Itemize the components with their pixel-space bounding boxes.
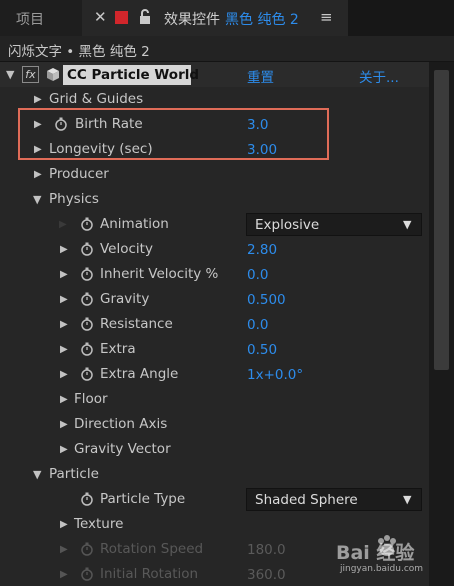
stopwatch-icon[interactable] — [80, 367, 94, 381]
property-value[interactable]: 2.80 — [247, 242, 277, 258]
watermark-url: jingyan.baidu.com — [340, 564, 424, 574]
fx-toggle-icon[interactable]: fx — [22, 66, 39, 83]
property-label: Texture — [74, 516, 124, 532]
property-resistance[interactable]: ▶ Resistance 0.0 — [0, 312, 429, 337]
property-extra[interactable]: ▶ Extra 0.50 — [0, 337, 429, 362]
expand-icon: ▶ — [60, 544, 68, 555]
tab-layer-name: 黑色 纯色 2 — [225, 12, 299, 28]
property-particle-type[interactable]: Particle Type Shaded Sphere ▼ — [0, 487, 429, 512]
tab-project-label: 项目 — [16, 12, 44, 28]
expand-icon[interactable]: ▶ — [60, 269, 68, 280]
effect-header-row[interactable]: ▼ fx CC Particle World 重置 关于... — [0, 62, 429, 87]
property-value[interactable]: 0.0 — [247, 267, 268, 283]
baidu-watermark: Bai 经验 jingyan.baidu.com — [336, 530, 436, 582]
group-gravity-vector[interactable]: ▶ Gravity Vector — [0, 437, 429, 462]
collapse-icon[interactable]: ▼ — [33, 193, 41, 206]
effect-collapse-icon[interactable]: ▼ — [6, 68, 14, 81]
stopwatch-icon[interactable] — [80, 242, 94, 256]
stopwatch-icon[interactable] — [80, 292, 94, 306]
stopwatch-icon[interactable] — [80, 492, 94, 506]
expand-icon[interactable]: ▶ — [60, 419, 68, 430]
panel-tab-bar: 项目 ✕ 效果控件 黑色 纯色 2 ≡ — [0, 0, 454, 36]
composition-layer-label: 闪烁文字 • 黑色 纯色 2 — [8, 44, 150, 60]
expand-icon[interactable]: ▶ — [60, 519, 68, 530]
property-gravity[interactable]: ▶ Gravity 0.500 — [0, 287, 429, 312]
stopwatch-icon — [81, 542, 93, 556]
chevron-down-icon: ▼ — [403, 218, 412, 231]
dropdown-value: Shaded Sphere — [255, 492, 358, 508]
property-value[interactable]: 1x+0.0° — [247, 367, 303, 383]
property-value[interactable]: 0.0 — [247, 317, 268, 333]
scrollbar-thumb[interactable] — [434, 70, 449, 370]
property-label: Extra — [100, 341, 136, 357]
tab-effect-controls-title: 效果控件 黑色 纯色 2 — [164, 12, 299, 28]
tab-project[interactable]: 项目 — [0, 0, 82, 36]
reset-link[interactable]: 重置 — [247, 66, 274, 86]
paw-icon — [378, 535, 396, 556]
expand-icon[interactable]: ▶ — [34, 169, 42, 180]
group-floor[interactable]: ▶ Floor — [0, 387, 429, 412]
expand-icon[interactable]: ▶ — [34, 94, 42, 105]
property-label: Rotation Speed — [100, 541, 204, 557]
expand-icon: ▶ — [60, 569, 68, 580]
composition-layer-header: 闪烁文字 • 黑色 纯色 2 — [0, 36, 454, 62]
particle-type-dropdown[interactable]: Shaded Sphere ▼ — [246, 488, 422, 511]
property-label: Extra Angle — [100, 366, 179, 382]
property-label: Resistance — [100, 316, 173, 332]
panel-menu-icon[interactable]: ≡ — [320, 8, 333, 26]
property-label: Velocity — [100, 241, 153, 257]
property-label: Producer — [49, 166, 109, 182]
about-link[interactable]: 关于... — [359, 66, 399, 86]
annotation-highlight-box — [18, 108, 329, 160]
stopwatch-icon[interactable] — [80, 317, 94, 331]
close-icon[interactable]: ✕ — [94, 8, 107, 26]
chevron-down-icon: ▼ — [403, 493, 412, 506]
property-value[interactable]: 0.50 — [247, 342, 277, 358]
effect-name[interactable]: CC Particle World — [63, 65, 199, 85]
property-value: 360.0 — [247, 567, 286, 583]
property-label: Particle — [49, 466, 99, 482]
property-label: Direction Axis — [74, 416, 168, 432]
property-label: Floor — [74, 391, 108, 407]
tab-effect-controls[interactable]: ✕ 效果控件 黑色 纯色 2 ≡ — [82, 0, 348, 36]
expand-icon[interactable]: ▶ — [60, 244, 68, 255]
property-inherit-velocity[interactable]: ▶ Inherit Velocity % 0.0 — [0, 262, 429, 287]
collapse-icon[interactable]: ▼ — [33, 468, 41, 481]
expand-icon[interactable]: ▶ — [60, 394, 68, 405]
layer-color-swatch — [115, 11, 128, 24]
stopwatch-icon[interactable] — [80, 267, 94, 281]
property-label: Particle Type — [100, 491, 186, 507]
group-physics[interactable]: ▼ Physics — [0, 187, 429, 212]
expand-icon[interactable]: ▶ — [60, 319, 68, 330]
property-animation[interactable]: ▶ Animation Explosive ▼ — [0, 212, 429, 237]
stopwatch-icon — [81, 567, 93, 581]
property-label: Grid & Guides — [49, 91, 144, 107]
property-velocity[interactable]: ▶ Velocity 2.80 — [0, 237, 429, 262]
expand-icon[interactable]: ▶ — [60, 344, 68, 355]
property-label: Physics — [49, 191, 99, 207]
dropdown-value: Explosive — [255, 217, 320, 233]
property-label: Animation — [100, 216, 169, 232]
property-value[interactable]: 0.500 — [247, 292, 286, 308]
property-label: Inherit Velocity % — [100, 266, 219, 282]
property-extra-angle[interactable]: ▶ Extra Angle 1x+0.0° — [0, 362, 429, 387]
vertical-scrollbar[interactable] — [429, 62, 454, 586]
lock-icon[interactable] — [138, 9, 152, 25]
animation-dropdown[interactable]: Explosive ▼ — [246, 213, 422, 236]
group-particle[interactable]: ▼ Particle — [0, 462, 429, 487]
property-label: Initial Rotation — [100, 566, 199, 582]
expand-icon[interactable]: ▶ — [60, 294, 68, 305]
stopwatch-icon[interactable] — [80, 217, 94, 231]
expand-icon[interactable]: ▶ — [60, 444, 68, 455]
expand-icon-disabled: ▶ — [59, 219, 67, 230]
group-direction-axis[interactable]: ▶ Direction Axis — [0, 412, 429, 437]
stopwatch-icon[interactable] — [80, 342, 94, 356]
cube-icon — [47, 68, 59, 81]
group-producer[interactable]: ▶ Producer — [0, 162, 429, 187]
property-label: Gravity Vector — [74, 441, 171, 457]
property-value: 180.0 — [247, 542, 286, 558]
expand-icon[interactable]: ▶ — [60, 369, 68, 380]
property-label: Gravity — [100, 291, 150, 307]
